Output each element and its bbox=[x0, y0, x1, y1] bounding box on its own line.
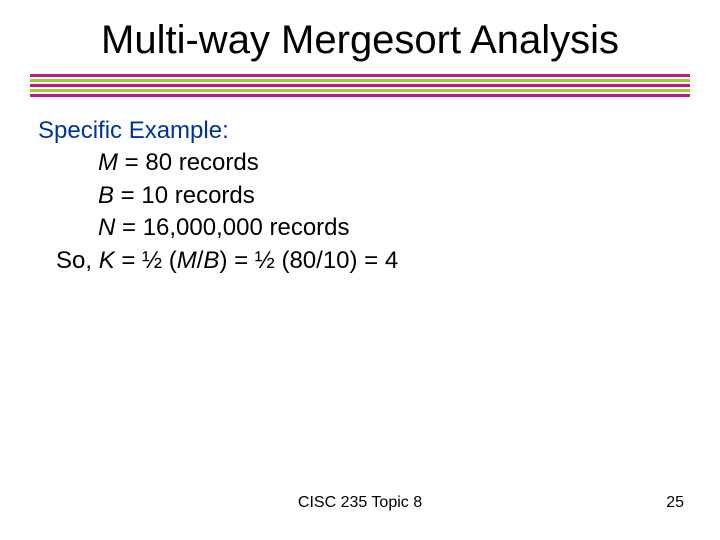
rule-green-1 bbox=[30, 79, 690, 82]
slide-body: Specific Example: M = 80 records B = 10 … bbox=[38, 115, 678, 277]
var-mb-m: M bbox=[177, 247, 197, 274]
title-underline-rules bbox=[30, 74, 690, 99]
rule-pink-1 bbox=[30, 74, 690, 77]
footer-page-number: 25 bbox=[666, 494, 684, 512]
so-prefix: So, bbox=[56, 247, 99, 274]
footer-course: CISC 235 Topic 8 bbox=[0, 494, 720, 512]
line-b: B = 10 records bbox=[38, 180, 678, 212]
var-mb-b: B bbox=[203, 247, 219, 274]
var-k: K bbox=[99, 247, 115, 274]
var-b: B bbox=[98, 182, 114, 209]
rule-pink-2 bbox=[30, 84, 690, 87]
line-b-rest: = 10 records bbox=[114, 182, 255, 209]
line-m-rest: = 80 records bbox=[118, 149, 259, 176]
rule-pink-3 bbox=[30, 94, 690, 97]
var-n: N bbox=[98, 214, 115, 241]
so-mid: = ½ ( bbox=[115, 247, 177, 274]
rule-green-2 bbox=[30, 89, 690, 92]
line-n: N = 16,000,000 records bbox=[38, 212, 678, 244]
slide: Multi-way Mergesort Analysis Specific Ex… bbox=[0, 0, 720, 540]
so-suffix: ) = ½ (80/10) = 4 bbox=[219, 247, 398, 274]
line-n-rest: = 16,000,000 records bbox=[115, 214, 349, 241]
example-heading: Specific Example: bbox=[38, 115, 678, 147]
line-k: So, K = ½ (M/B) = ½ (80/10) = 4 bbox=[38, 245, 678, 277]
slide-title: Multi-way Mergesort Analysis bbox=[0, 18, 720, 63]
line-m: M = 80 records bbox=[38, 147, 678, 179]
var-m: M bbox=[98, 149, 118, 176]
